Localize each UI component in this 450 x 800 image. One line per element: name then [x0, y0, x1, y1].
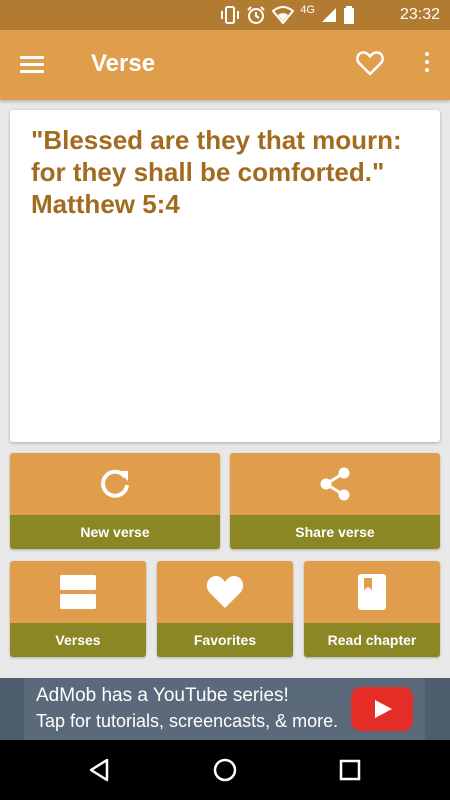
alarm-icon: [247, 6, 266, 24]
app-toolbar: Verse: [0, 30, 450, 100]
ad-banner[interactable]: AdMob has a YouTube series! Tap for tuto…: [24, 678, 425, 740]
read-chapter-icon-area: [304, 561, 440, 623]
ad-subtext: Tap for tutorials, screencasts, & more.: [36, 711, 339, 731]
status-bar: 4G 23:32: [0, 0, 450, 30]
menu-icon-bar: [20, 70, 44, 73]
heart-icon: [206, 576, 244, 608]
verses-icon-area: [10, 561, 146, 623]
verse-block: "Blessed are they that mourn: for they s…: [31, 124, 431, 220]
nav-home-button[interactable]: [212, 757, 238, 783]
menu-button[interactable]: [20, 52, 50, 78]
favorites-label: Favorites: [157, 623, 293, 657]
network-type: 4G: [300, 4, 315, 16]
system-nav-bar: [0, 740, 450, 800]
favorite-button[interactable]: [356, 50, 386, 80]
share-verse-icon-area: [230, 453, 440, 515]
heart-outline-icon: [356, 51, 384, 76]
wifi-icon: [272, 6, 295, 24]
menu-icon-bar: [20, 63, 44, 66]
favorites-button[interactable]: Favorites: [157, 561, 293, 657]
ad-background: [425, 678, 450, 740]
page-title: Verse: [91, 50, 156, 77]
nav-back-button[interactable]: [87, 757, 113, 783]
book-icon: [358, 574, 386, 610]
refresh-icon: [101, 469, 129, 498]
read-chapter-label: Read chapter: [304, 623, 440, 657]
status-icons: 4G: [220, 4, 355, 25]
vibrate-icon: [221, 6, 240, 24]
ad-background: [0, 678, 24, 740]
verses-label: Verses: [10, 623, 146, 657]
read-chapter-button[interactable]: Read chapter: [304, 561, 440, 657]
new-verse-icon-area: [10, 453, 220, 515]
more-vert-icon: [425, 60, 429, 64]
battery-icon: [344, 6, 354, 24]
verse-card: "Blessed are they that mourn: for they s…: [10, 110, 440, 442]
back-icon: [89, 758, 109, 782]
youtube-play-icon[interactable]: [351, 687, 413, 731]
clock: 23:32: [399, 6, 440, 23]
recents-icon: [339, 759, 361, 781]
share-verse-label: Share verse: [230, 515, 440, 549]
verse-text: "Blessed are they that mourn: for they s…: [31, 125, 402, 187]
list-icon: [60, 575, 96, 609]
share-verse-button[interactable]: Share verse: [230, 453, 440, 549]
share-icon: [320, 467, 350, 501]
more-vert-icon: [425, 68, 429, 72]
verse-reference: Matthew 5:4: [31, 189, 180, 219]
more-vert-icon: [425, 52, 429, 56]
favorites-icon-area: [157, 561, 293, 623]
cell-signal-icon: [322, 8, 336, 22]
menu-icon-bar: [20, 56, 44, 59]
new-verse-button[interactable]: New verse: [10, 453, 220, 549]
more-options-button[interactable]: [422, 52, 432, 78]
nav-recents-button[interactable]: [337, 757, 363, 783]
ad-headline: AdMob has a YouTube series!: [36, 685, 289, 706]
new-verse-label: New verse: [10, 515, 220, 549]
verses-button[interactable]: Verses: [10, 561, 146, 657]
home-icon: [213, 758, 237, 782]
